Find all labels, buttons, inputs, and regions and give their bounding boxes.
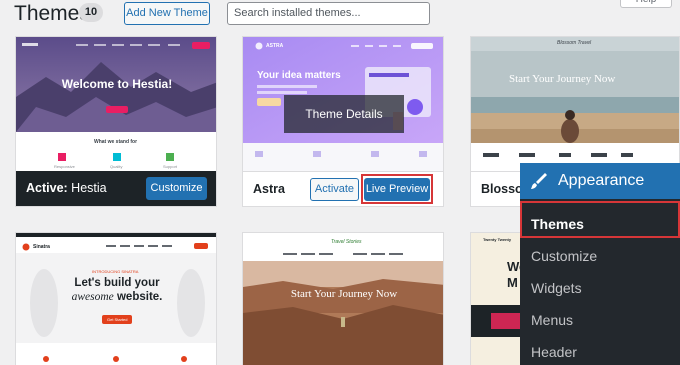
blossom-preview-art xyxy=(471,37,679,173)
twenty-twenty-hero-2: M xyxy=(507,275,518,290)
appearance-menu-header[interactable]: Appearance xyxy=(520,163,680,199)
menu-item-widgets[interactable]: Widgets xyxy=(531,280,582,296)
twenty-twenty-brand: Twenty Twenty xyxy=(483,237,512,242)
active-prefix: Active: xyxy=(26,181,68,195)
menu-item-menus[interactable]: Menus xyxy=(531,312,573,328)
themes-menu-highlight xyxy=(520,201,680,238)
theme-screenshot-travel-stories: Travel Stories Start Your Journey Now xyxy=(243,233,443,365)
theme-card-sinatra[interactable]: Sinatra INTRODUCING SINATRA Let's build … xyxy=(15,232,217,365)
activate-button[interactable]: Activate xyxy=(310,178,359,201)
theme-details-overlay[interactable]: Theme Details xyxy=(284,95,404,133)
active-theme-name: Active: Hestia xyxy=(26,181,107,195)
paintbrush-icon xyxy=(531,173,547,189)
sinatra-cta: Get Started xyxy=(107,317,128,322)
theme-screenshot-sinatra: Sinatra INTRODUCING SINATRA Let's build … xyxy=(16,233,216,365)
astra-hero-title: Your idea matters xyxy=(257,70,341,81)
hestia-section-title: What we stand for xyxy=(94,139,138,145)
appearance-submenu: Appearance Themes Customize Widgets Menu… xyxy=(520,163,680,365)
sinatra-tagline: INTRODUCING SINATRA xyxy=(92,269,139,274)
theme-screenshot-hestia: Welcome to Hestia! What we stand for Res… xyxy=(16,37,216,173)
appearance-menu-title: Appearance xyxy=(558,172,645,189)
sinatra-hero-line-1: Let's build your xyxy=(74,277,160,289)
hestia-feature-2: Quality xyxy=(110,164,123,169)
travel-stories-hero-title: Start Your Journey Now xyxy=(290,288,398,300)
menu-item-header[interactable]: Header xyxy=(531,344,577,360)
customize-button[interactable]: Customize xyxy=(146,177,207,200)
theme-bar-astra: Astra Activate Live Preview xyxy=(243,171,443,206)
theme-screenshot-blossom-travel: Blossom Travel Start Your Journey Now xyxy=(471,37,679,173)
sinatra-hero-emphasis: awesome xyxy=(71,291,114,303)
theme-count-badge: 10 xyxy=(79,3,103,22)
search-themes-input[interactable]: Search installed themes... xyxy=(227,2,430,25)
sinatra-brand: Sinatra xyxy=(33,244,50,250)
blossom-brand: Blossom Travel xyxy=(557,40,592,46)
theme-card-hestia[interactable]: Welcome to Hestia! What we stand for Res… xyxy=(15,36,217,207)
help-tab[interactable]: Help xyxy=(620,0,672,8)
blossom-hero-title: Start Your Journey Now xyxy=(509,73,616,85)
theme-name-hestia: Hestia xyxy=(71,181,107,195)
add-new-theme-button[interactable]: Add New Theme xyxy=(124,2,210,25)
hestia-hero-title: Welcome to Hestia! xyxy=(61,77,173,91)
astra-brand: ASTRA xyxy=(266,43,284,49)
sinatra-hero-rest: website. xyxy=(116,291,163,303)
theme-card-travel-stories[interactable]: Travel Stories Start Your Journey Now xyxy=(242,232,444,365)
theme-card-astra[interactable]: ASTRA Your idea matters Theme Details As… xyxy=(242,36,444,207)
theme-name-astra: Astra xyxy=(253,182,285,196)
live-preview-highlight xyxy=(361,174,433,204)
sinatra-hero-line-2: awesome website. xyxy=(16,291,216,303)
travel-stories-brand: Travel Stories xyxy=(331,239,362,245)
hestia-preview-art xyxy=(16,37,216,173)
theme-bar-hestia: Active: Hestia Customize xyxy=(16,171,216,206)
themes-header: Themes 10 Add New Theme Search installed… xyxy=(0,0,680,30)
menu-item-customize[interactable]: Customize xyxy=(531,248,597,264)
hestia-feature-3: Support xyxy=(163,164,178,169)
hestia-feature-1: Responsive xyxy=(54,164,75,169)
